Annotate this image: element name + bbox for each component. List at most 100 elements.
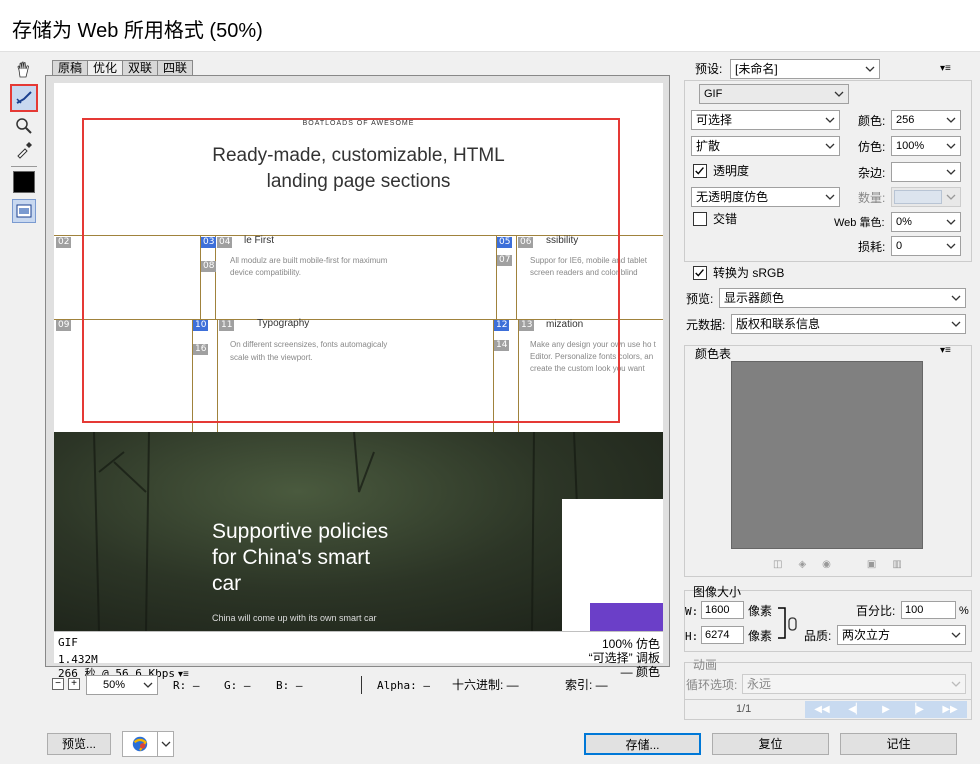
last-frame-icon[interactable]: ▶▶ bbox=[942, 704, 957, 715]
constrain-proportions-icon[interactable] bbox=[777, 606, 801, 640]
animation-title: 动画 bbox=[693, 658, 718, 672]
metadata-value: 版权和联系信息 bbox=[736, 317, 821, 331]
percent-unit: % bbox=[959, 605, 969, 617]
web-shift-icon[interactable]: ◈ bbox=[798, 559, 806, 570]
matte-select[interactable] bbox=[891, 162, 961, 182]
zoom-in-button[interactable]: + bbox=[68, 678, 80, 690]
optimize-menu-icon[interactable]: ▾≡ bbox=[940, 63, 951, 74]
chevron-down-icon bbox=[825, 194, 835, 200]
srgb-checkbox[interactable] bbox=[693, 266, 707, 280]
quality-value: 两次立方 bbox=[842, 628, 891, 642]
next-frame-icon[interactable]: ▕▶ bbox=[908, 704, 923, 715]
dither-algorithm-value: 扩散 bbox=[696, 139, 721, 153]
status-dither: 100% 仿色 bbox=[601, 637, 660, 651]
chevron-down-icon bbox=[825, 117, 835, 123]
matte-label: 杂边: bbox=[858, 166, 886, 180]
transparency-dither-select[interactable]: 无透明度仿色 bbox=[691, 187, 840, 207]
readout-b: B: — bbox=[276, 679, 303, 692]
preset-label: 预设: bbox=[695, 62, 723, 76]
lossy-select[interactable]: 0 bbox=[891, 236, 961, 256]
quality-label: 品质: bbox=[804, 629, 832, 643]
percent-input[interactable]: 100 bbox=[901, 601, 956, 619]
dither-algorithm-select[interactable]: 扩散 bbox=[691, 136, 840, 156]
tab-2up[interactable]: 双联 bbox=[122, 60, 159, 76]
preview-color-select[interactable]: 显示器颜色 bbox=[719, 288, 966, 308]
height-input[interactable]: 6274 bbox=[701, 626, 744, 644]
preview-button[interactable]: 预览... bbox=[47, 733, 111, 755]
width-label: W: bbox=[685, 605, 699, 618]
chevron-down-icon bbox=[946, 243, 956, 249]
eyedropper-tool-icon[interactable] bbox=[12, 138, 36, 162]
banner-heading-3: car bbox=[212, 572, 242, 595]
zoom-value: 50% bbox=[103, 679, 126, 691]
color-table-swatches[interactable] bbox=[731, 361, 923, 549]
width-input[interactable]: 1600 bbox=[701, 601, 744, 619]
srgb-label: 转换为 sRGB bbox=[713, 266, 785, 280]
new-color-icon[interactable]: ▣ bbox=[867, 559, 876, 570]
websnap-select[interactable]: 0% bbox=[891, 212, 961, 232]
chevron-down-icon bbox=[951, 295, 961, 301]
chevron-down-icon bbox=[946, 194, 956, 200]
dither-amount-select[interactable]: 100% bbox=[891, 136, 961, 156]
prev-frame-icon[interactable]: ◀▏ bbox=[848, 704, 863, 715]
toggle-slices-visibility-icon[interactable] bbox=[12, 199, 36, 223]
transparency-checkbox[interactable] bbox=[693, 164, 707, 178]
metadata-label: 元数据: bbox=[686, 318, 726, 332]
quality-select[interactable]: 两次立方 bbox=[837, 625, 966, 645]
zoom-select[interactable]: 50% bbox=[86, 675, 158, 695]
browser-icon bbox=[132, 736, 148, 752]
lock-color-icon[interactable]: ◉ bbox=[822, 559, 831, 570]
chevron-down-icon bbox=[865, 66, 875, 72]
first-frame-icon[interactable]: ◀◀ bbox=[814, 704, 829, 715]
play-icon[interactable]: ▶ bbox=[882, 704, 890, 715]
zoom-tool-icon[interactable] bbox=[12, 114, 36, 138]
interlaced-checkbox[interactable] bbox=[693, 212, 707, 226]
format-select[interactable]: GIF bbox=[699, 84, 849, 104]
dither-label: 仿色: bbox=[858, 140, 886, 154]
zoom-out-button[interactable]: − bbox=[52, 678, 64, 690]
width-unit: 像素 bbox=[748, 604, 773, 618]
preset-select[interactable]: [未命名] bbox=[730, 59, 880, 79]
reset-button[interactable]: 复位 bbox=[712, 733, 829, 755]
colors-label: 颜色: bbox=[858, 114, 886, 128]
interlaced-label: 交错 bbox=[713, 212, 738, 226]
percent-label: 百分比: bbox=[856, 604, 896, 618]
status-format: GIF bbox=[58, 636, 78, 649]
readout-index: 索引: — bbox=[565, 678, 608, 692]
colors-select[interactable]: 256 bbox=[891, 110, 961, 130]
readout-hex: 十六进制: — bbox=[452, 678, 519, 692]
checkmark-icon bbox=[695, 269, 704, 277]
delete-color-icon[interactable]: ▥ bbox=[892, 559, 901, 570]
slice-label[interactable]: 02 bbox=[56, 237, 72, 248]
color-table-menu-icon[interactable]: ▾≡ bbox=[940, 345, 951, 356]
animation-playback-buttons: ◀◀ ◀▏ ▶ ▕▶ ▶▶ bbox=[805, 701, 967, 718]
chevron-down-icon bbox=[825, 143, 835, 149]
dither-amount-value: 100% bbox=[896, 140, 925, 152]
remember-button[interactable]: 记住 bbox=[840, 733, 957, 755]
status-size: 1.432M bbox=[58, 653, 98, 666]
preview-canvas[interactable]: BOATLOADS OF AWESOME Ready-made, customi… bbox=[54, 83, 663, 631]
metadata-select[interactable]: 版权和联系信息 bbox=[731, 314, 966, 334]
loop-value: 永远 bbox=[747, 677, 772, 691]
color-reduction-value: 可选择 bbox=[696, 113, 733, 127]
save-button[interactable]: 存储... bbox=[584, 733, 701, 755]
preview-label: 预览: bbox=[686, 292, 714, 306]
slice-label[interactable]: 09 bbox=[56, 320, 72, 331]
color-table-toolbar: ◫ ◈ ◉ ▣ ▥ bbox=[773, 559, 923, 570]
browser-select[interactable] bbox=[122, 731, 174, 757]
map-transparency-icon[interactable]: ◫ bbox=[773, 559, 782, 570]
chevron-down-icon bbox=[946, 219, 956, 225]
chevron-down-icon bbox=[951, 681, 961, 687]
tab-original[interactable]: 原稿 bbox=[52, 60, 89, 76]
lossy-label: 损耗: bbox=[858, 240, 886, 254]
color-reduction-select[interactable]: 可选择 bbox=[691, 110, 840, 130]
eyedropper-color-swatch[interactable] bbox=[13, 171, 35, 193]
tab-4up[interactable]: 四联 bbox=[157, 60, 194, 76]
readout-alpha: Alpha: — bbox=[377, 679, 430, 692]
tab-optimized[interactable]: 优化 bbox=[87, 60, 124, 76]
format-value: GIF bbox=[704, 88, 723, 100]
lossy-value: 0 bbox=[896, 240, 903, 252]
hand-tool-icon[interactable] bbox=[12, 58, 36, 82]
chevron-down-icon bbox=[951, 632, 961, 638]
slice-select-tool-icon[interactable] bbox=[10, 84, 38, 112]
